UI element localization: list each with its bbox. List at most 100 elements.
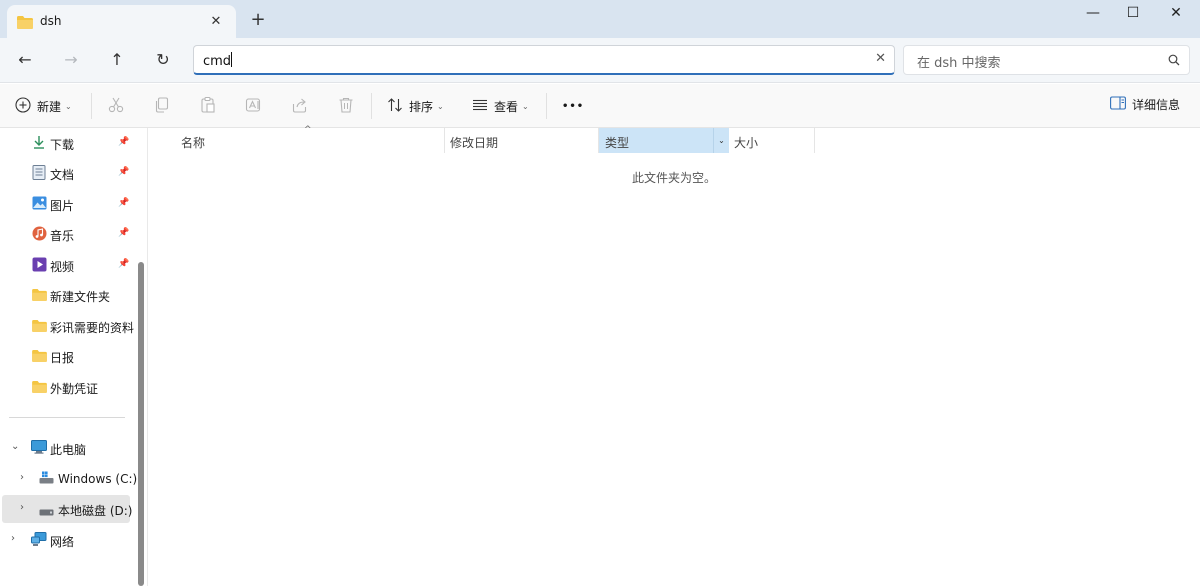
chevron-right-icon[interactable]: › [11,533,15,544]
computer-icon [31,440,47,457]
pictures-icon [32,196,47,213]
pin-icon: 📌 [118,167,130,177]
sidebar-item-downloads[interactable]: 下载 📌 [0,129,135,157]
tab-close-icon[interactable]: ✕ [207,13,225,31]
view-button[interactable]: 查看 ⌄ [472,94,529,118]
network-icon [31,532,47,550]
search-box[interactable]: 在 dsh 中搜索 [903,45,1190,75]
pin-icon: 📌 [118,228,130,238]
clear-address-icon[interactable]: ✕ [875,51,886,66]
sidebar-item-label: 彩讯需要的资料 [50,321,135,335]
sidebar-item-label: 音乐 [50,229,75,243]
new-button[interactable]: 新建 ⌄ [15,94,72,118]
document-icon [32,165,46,183]
address-input[interactable]: cmd [203,52,233,69]
sidebar-item-label: 视频 [50,260,75,274]
minimize-button[interactable]: — [1071,0,1115,26]
navigation-pane: 下载 📌 文档 📌 图片 📌 音乐 📌 视频 📌 新建文件夹 彩讯需要的资料 日… [0,128,148,586]
rename-icon[interactable] [245,96,265,116]
delete-icon[interactable] [337,96,357,116]
view-label: 查看 [494,99,519,114]
chevron-right-icon[interactable]: › [20,472,24,483]
address-value: cmd [203,54,232,69]
refresh-button[interactable]: ↻ [150,48,176,72]
chevron-down-icon[interactable]: ⌄ [11,441,19,452]
sidebar-item-drive-d[interactable]: › 本地磁盘 (D:) [2,495,133,523]
sidebar-item-label: 本地磁盘 (D:) [58,504,133,518]
details-pane-button[interactable]: 详细信息 [1110,96,1180,113]
chevron-right-icon[interactable]: › [20,502,24,513]
pin-icon: 📌 [118,198,130,208]
search-icon[interactable] [1168,54,1180,69]
title-bar: dsh ✕ + — ☐ ✕ [0,0,1200,38]
scrollbar-thumb[interactable] [138,262,144,586]
search-input[interactable]: 在 dsh 中搜索 [917,52,1001,71]
pin-icon: 📌 [118,137,130,147]
plus-circle-icon [15,96,31,116]
sidebar-item-videos[interactable]: 视频 📌 [0,251,135,279]
sidebar-item-daily-report[interactable]: 日报 [0,342,135,370]
column-header-label: 类型 [605,136,630,150]
up-button[interactable]: ↑ [104,48,130,72]
tab-title: dsh [40,14,62,28]
folder-icon [32,350,47,365]
sidebar-divider [9,417,125,418]
folder-icon [32,381,47,396]
address-bar[interactable]: cmd ✕ [193,45,895,75]
cut-icon[interactable] [107,96,127,116]
sidebar-item-new-folder[interactable]: 新建文件夹 [0,281,135,309]
sidebar-item-caixun-materials[interactable]: 彩讯需要的资料 [0,312,135,340]
column-header-label: 大小 [734,136,759,150]
sidebar-item-drive-c[interactable]: › Windows (C:) [0,465,138,493]
folder-icon [32,320,47,335]
sidebar-scrollbar[interactable] [136,262,146,586]
sidebar-item-music[interactable]: 音乐 📌 [0,220,135,248]
paste-icon[interactable] [199,96,219,116]
new-tab-button[interactable]: + [248,10,268,30]
column-header-name[interactable]: 名称 [148,128,445,153]
sidebar-item-network[interactable]: › 网络 [0,526,135,554]
maximize-button[interactable]: ☐ [1111,0,1155,26]
download-icon [32,135,46,152]
drive-icon [39,505,54,519]
details-label: 详细信息 [1131,98,1180,112]
sidebar-item-label: 网络 [50,535,75,549]
column-filter-chevron-icon[interactable]: ⌄ [713,128,729,153]
chevron-down-icon: ⌄ [65,101,72,111]
toolbar-divider [91,93,92,119]
share-icon[interactable] [291,96,311,116]
sidebar-item-this-pc[interactable]: ⌄ 此电脑 [0,434,135,462]
column-header-type[interactable]: 类型 [599,128,713,153]
view-list-icon [472,97,488,116]
column-divider[interactable] [814,128,815,153]
music-icon [32,226,47,244]
back-button[interactable]: ← [12,48,38,72]
chevron-down-icon: ⌄ [522,101,529,111]
sidebar-item-documents[interactable]: 文档 📌 [0,159,135,187]
navigation-bar: ← → ↑ ↻ cmd ✕ 在 dsh 中搜索 [0,38,1200,83]
sidebar-item-label: Windows (C:) [58,472,138,486]
sidebar-item-pictures[interactable]: 图片 📌 [0,190,135,218]
sidebar-item-label: 图片 [50,199,75,213]
sidebar-item-field-vouchers[interactable]: 外勤凭证 [0,373,135,401]
chevron-down-icon: ⌄ [437,101,444,111]
sidebar-item-label: 下载 [50,138,75,152]
column-header-modified[interactable]: 修改日期 [445,128,599,153]
toolbar-divider [546,93,547,119]
column-header-size[interactable]: 大小 [729,128,815,153]
sidebar-item-label: 新建文件夹 [50,290,111,304]
sidebar-item-label: 文档 [50,168,75,182]
forward-button[interactable]: → [58,48,84,72]
copy-icon[interactable] [153,96,173,116]
close-window-button[interactable]: ✕ [1154,0,1198,26]
text-caret [231,52,233,67]
details-pane-icon [1110,96,1126,113]
folder-icon [17,16,33,32]
windows-drive-icon [39,471,54,487]
tab-dsh[interactable]: dsh ✕ [7,5,236,38]
more-options-button[interactable]: ••• [562,94,584,118]
toolbar-divider [371,93,372,119]
sort-button[interactable]: 排序 ⌄ [387,94,444,118]
empty-folder-message: 此文件夹为空。 [631,171,716,185]
sort-icon [387,97,403,116]
